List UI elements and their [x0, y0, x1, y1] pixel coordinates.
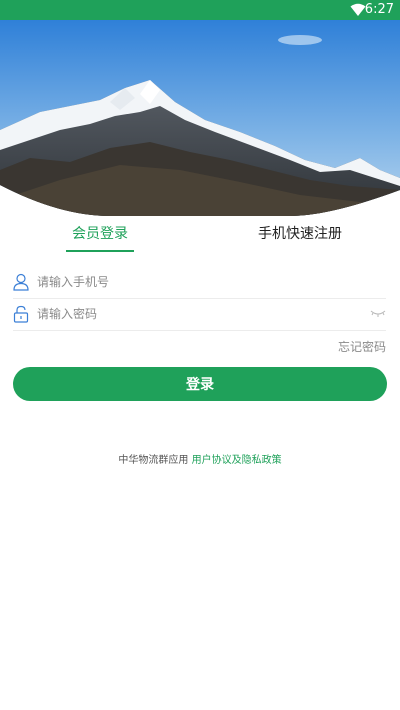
footer-app-text: 中华物流群应用 — [118, 455, 189, 466]
lock-icon — [13, 305, 29, 323]
user-icon — [13, 273, 29, 291]
password-field — [13, 298, 386, 331]
status-bar: 6:27 — [0, 0, 400, 20]
wifi-icon — [350, 3, 366, 16]
eye-closed-icon[interactable] — [370, 308, 386, 318]
policy-link[interactable]: 用户协议及隐私政策 — [192, 455, 282, 466]
forgot-password-link[interactable]: 忘记密码 — [338, 338, 386, 355]
phone-input[interactable] — [37, 270, 357, 294]
login-tabs: 会员登录 手机快速注册 — [0, 216, 400, 256]
active-tab-indicator — [66, 250, 134, 252]
hero-mountain-image — [0, 20, 400, 216]
login-button[interactable]: 登录 — [13, 367, 387, 401]
tab-quick-register[interactable]: 手机快速注册 — [250, 224, 350, 252]
tab-member-login[interactable]: 会员登录 — [66, 224, 134, 252]
password-input[interactable] — [37, 302, 357, 326]
status-time: 6:27 — [364, 2, 394, 17]
phone-field — [13, 266, 386, 299]
footer-agreement: 中华物流群应用 用户协议及隐私政策 — [0, 451, 400, 466]
